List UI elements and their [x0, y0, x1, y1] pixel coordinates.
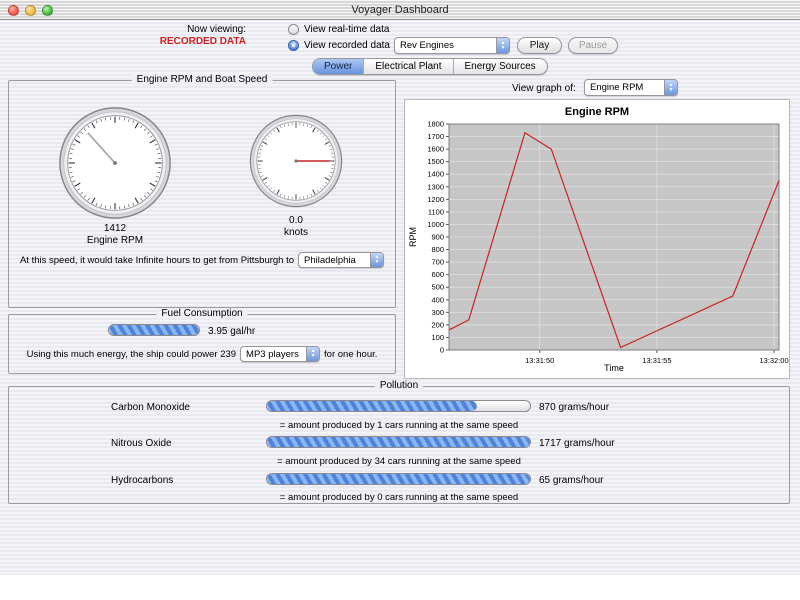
- pollutant-value: 65 grams/hour: [539, 475, 604, 486]
- fuel-sentence-start: Using this much energy, the ship could p…: [26, 348, 237, 360]
- app-window: Voyager Dashboard Now viewing: RECORDED …: [0, 0, 800, 600]
- realtime-radio-label: View real-time data: [304, 24, 390, 35]
- popup-arrows-icon: ▲ ▼: [664, 80, 677, 95]
- svg-text:1400: 1400: [427, 170, 444, 179]
- svg-text:1100: 1100: [428, 207, 444, 216]
- speed-value: 0.0: [289, 215, 303, 226]
- svg-text:1200: 1200: [427, 195, 444, 204]
- pollutant-value: 870 grams/hour: [539, 402, 610, 413]
- fuel-sentence: Using this much energy, the ship could p…: [13, 346, 391, 362]
- svg-text:1600: 1600: [427, 145, 444, 154]
- play-button[interactable]: Play: [517, 37, 562, 54]
- speed-caption: knots: [284, 227, 308, 238]
- svg-text:1000: 1000: [427, 220, 444, 229]
- recorded-radio-row[interactable]: View recorded data: [288, 40, 390, 51]
- minimize-button[interactable]: [25, 5, 36, 16]
- realtime-radio-row[interactable]: View real-time data: [288, 24, 389, 35]
- window-title: Voyager Dashboard: [351, 4, 449, 16]
- destination-select-value: Philadelphia: [304, 254, 356, 266]
- now-viewing-value: RECORDED DATA: [159, 36, 246, 47]
- tab-electrical-plant[interactable]: Electrical Plant: [364, 59, 454, 74]
- svg-text:1800: 1800: [427, 120, 444, 129]
- window-titlebar[interactable]: Voyager Dashboard: [0, 0, 800, 20]
- pollutant-note: = amount produced by 34 cars running at …: [277, 456, 521, 467]
- pollutant-label: Carbon Monoxide: [111, 402, 190, 413]
- svg-text:400: 400: [431, 295, 444, 304]
- svg-text:700: 700: [431, 258, 444, 267]
- fuel-panel-title: Fuel Consumption: [156, 308, 248, 319]
- graph-select-value: Engine RPM: [590, 82, 644, 93]
- pollutant-bar-fill: [267, 437, 530, 447]
- svg-text:900: 900: [431, 233, 444, 242]
- svg-text:500: 500: [431, 283, 444, 292]
- svg-text:300: 300: [431, 308, 444, 317]
- destination-select[interactable]: Philadelphia ▲ ▼: [298, 252, 385, 268]
- pollutant-bar-fill: [267, 474, 530, 484]
- svg-text:0: 0: [440, 346, 444, 355]
- trip-text: At this speed, it would take Infinite ho…: [19, 254, 295, 266]
- realtime-radio[interactable]: [288, 24, 299, 35]
- svg-text:1300: 1300: [427, 182, 444, 191]
- pollutant-note: = amount produced by 0 cars running at t…: [279, 492, 519, 503]
- svg-text:Engine RPM: Engine RPM: [565, 106, 629, 118]
- svg-text:1700: 1700: [427, 132, 444, 141]
- svg-text:Time: Time: [604, 363, 624, 373]
- pollutant-label: Hydrocarbons: [111, 475, 174, 486]
- rpm-value: 1412: [103, 223, 127, 234]
- tab-energy-sources[interactable]: Energy Sources: [454, 59, 547, 74]
- recorded-data-select-value: Rev Engines: [400, 40, 454, 51]
- view-graph-label: View graph of:: [512, 83, 576, 94]
- popup-arrows-icon: ▲ ▼: [306, 347, 320, 361]
- fuel-consumption-panel: Fuel Consumption 3.95 gal/hr Using this …: [8, 308, 396, 374]
- pollutant-bar: [266, 436, 531, 448]
- pollutant-bar: [266, 473, 531, 485]
- graph-select[interactable]: Engine RPM ▲ ▼: [584, 79, 678, 96]
- popup-arrows-icon: ▲ ▼: [496, 38, 509, 53]
- now-viewing-label: Now viewing:: [187, 24, 246, 35]
- fuel-rate-value: 3.95 gal/hr: [208, 326, 256, 337]
- pollutant-bar: [266, 400, 531, 412]
- popup-arrows-icon: ▲ ▼: [370, 253, 384, 267]
- svg-text:13:31:50: 13:31:50: [525, 356, 554, 365]
- device-select-value: MP3 players: [246, 348, 299, 360]
- now-viewing-block: Now viewing: RECORDED DATA: [118, 24, 246, 48]
- svg-text:100: 100: [431, 333, 444, 342]
- device-select[interactable]: MP3 players ▲ ▼: [240, 346, 321, 362]
- rpm-gauge: [57, 105, 173, 221]
- pollution-panel-title: Pollution: [374, 380, 424, 391]
- zoom-button[interactable]: [42, 5, 53, 16]
- pause-button[interactable]: Pause: [568, 37, 618, 54]
- window-bottom-strip: [0, 575, 800, 600]
- trip-sentence: At this speed, it would take Infinite ho…: [13, 252, 391, 268]
- rpm-caption: Engine RPM: [86, 235, 144, 246]
- close-button[interactable]: [8, 5, 19, 16]
- pollutant-value: 1717 grams/hour: [539, 438, 615, 449]
- engine-rpm-chart: Engine RPM 0 100 200 300 400 500 600 700 800 900 10…: [404, 99, 790, 379]
- engine-rpm-boat-speed-panel: Engine RPM and Boat Speed 1412 Engine RP…: [8, 74, 396, 308]
- tab-power[interactable]: Power: [313, 59, 365, 74]
- svg-text:200: 200: [431, 320, 444, 329]
- svg-text:RPM: RPM: [408, 227, 418, 247]
- speed-gauge: [248, 113, 344, 209]
- engine-panel-title: Engine RPM and Boat Speed: [131, 74, 273, 85]
- svg-text:800: 800: [431, 245, 444, 254]
- recorded-data-select[interactable]: Rev Engines ▲ ▼: [394, 37, 510, 54]
- pollution-panel: Pollution Carbon Monoxide 870 grams/hour…: [8, 380, 790, 504]
- pollutant-label: Nitrous Oxide: [111, 438, 172, 449]
- recorded-radio[interactable]: [288, 40, 299, 51]
- tab-bar: Power Electrical Plant Energy Sources: [312, 58, 548, 75]
- fuel-rate-bar: [108, 324, 200, 336]
- fuel-rate-bar-fill: [109, 325, 199, 335]
- svg-text:13:32:00: 13:32:00: [759, 356, 788, 365]
- pollutant-note: = amount produced by 1 cars running at t…: [279, 420, 519, 431]
- recorded-radio-label: View recorded data: [304, 40, 390, 51]
- fuel-sentence-end: for one hour.: [324, 348, 378, 360]
- svg-text:13:31:55: 13:31:55: [642, 356, 671, 365]
- svg-text:1500: 1500: [427, 157, 444, 166]
- pollutant-bar-fill: [267, 401, 478, 411]
- svg-text:600: 600: [431, 270, 444, 279]
